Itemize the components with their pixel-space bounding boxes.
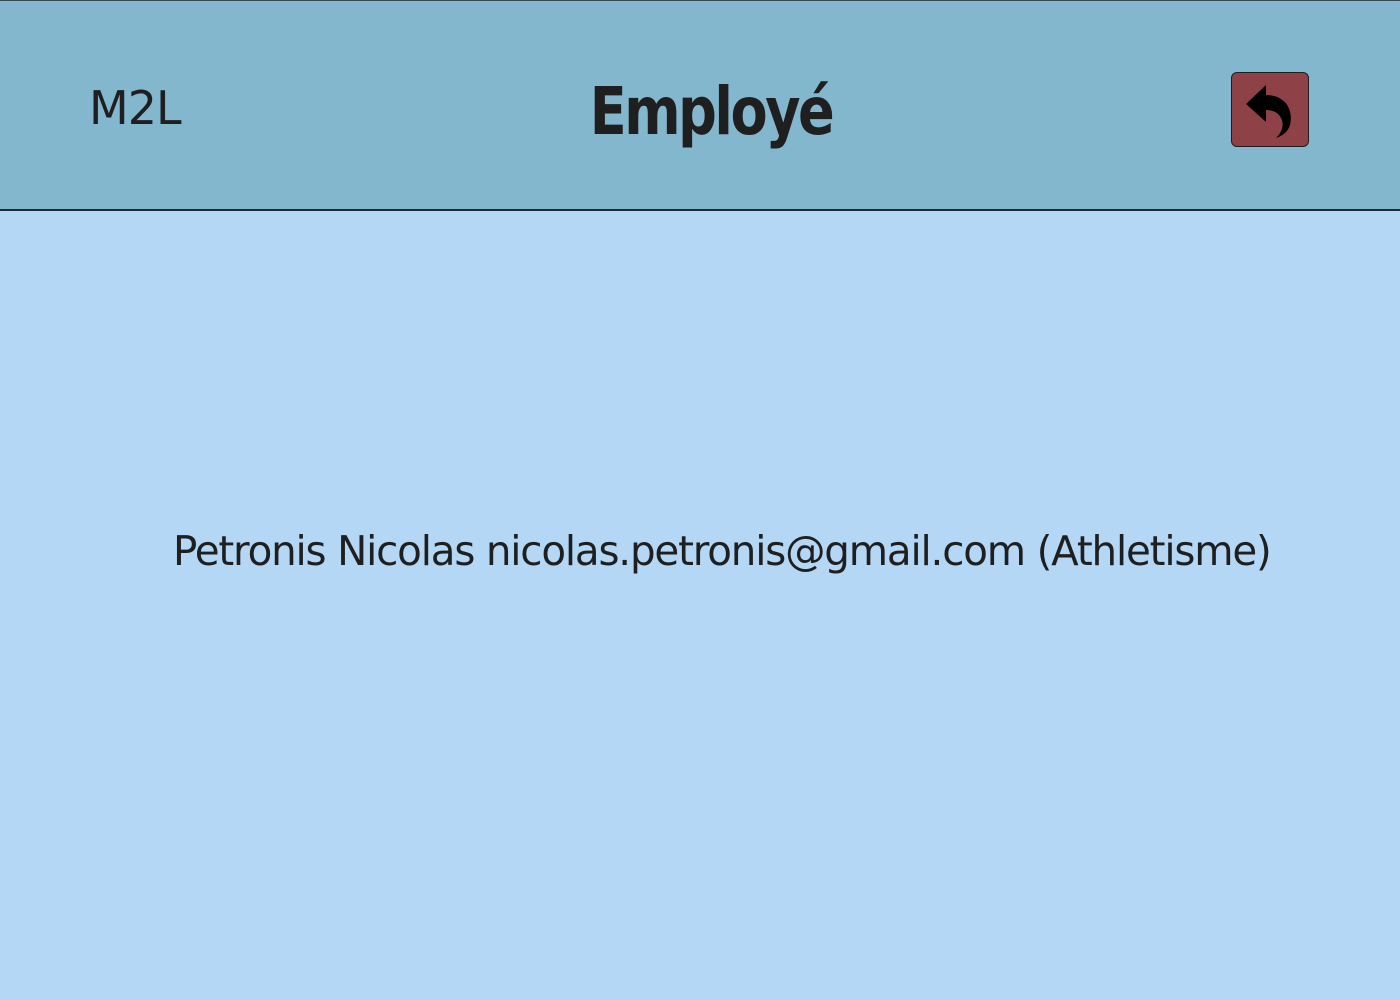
employee-first-name: Nicolas: [337, 527, 475, 575]
employee-last-name: Petronis: [173, 527, 327, 575]
employee-sport: (Athletisme): [1036, 527, 1272, 575]
back-button[interactable]: [1231, 72, 1309, 147]
undo-arrow-icon: [1246, 84, 1291, 138]
employee-email: nicolas.petronis@gmail.com: [485, 527, 1026, 575]
employee-info-line: Petronis Nicolas nicolas.petronis@gmail.co…: [173, 527, 1272, 575]
page-title: Employé: [589, 73, 835, 150]
header-bar: M2L Employé: [0, 0, 1400, 211]
